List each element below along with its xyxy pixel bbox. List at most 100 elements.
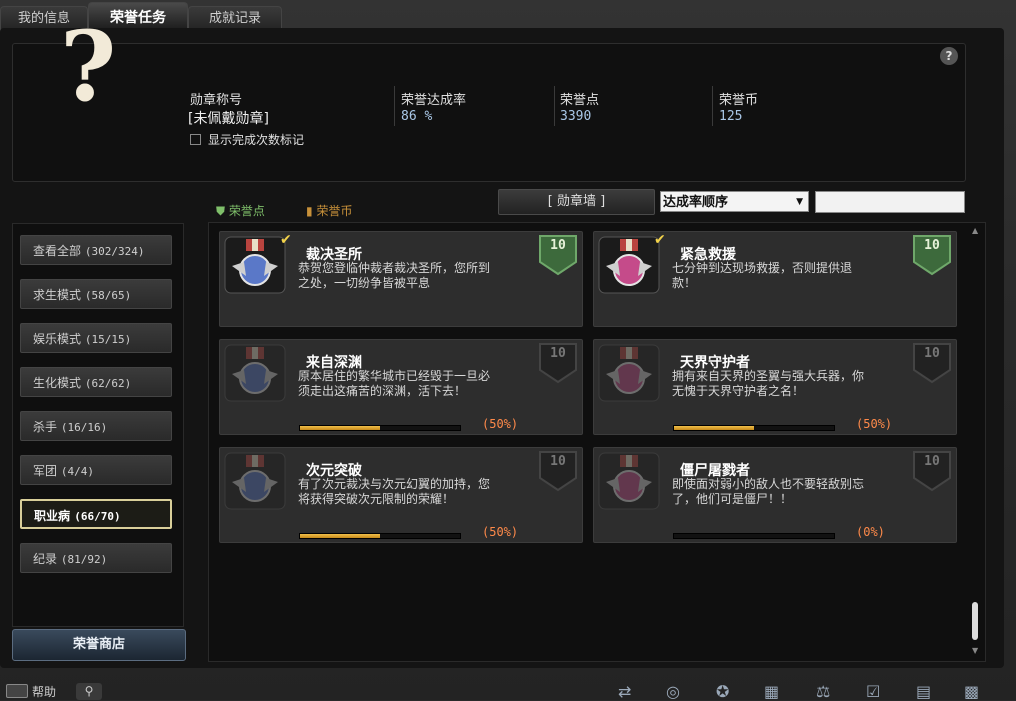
sidebar-item-label: 求生模式	[33, 288, 82, 302]
scroll-thumb[interactable]	[972, 602, 978, 640]
mission-points: 10	[924, 454, 940, 469]
mission-points: 10	[550, 454, 566, 469]
sidebar-item-count: (15/15)	[84, 333, 132, 346]
shield-icon: ⛊	[216, 204, 226, 218]
completion-value: 86 %	[401, 109, 433, 124]
honor-shop-button[interactable]: 荣誉商店	[12, 629, 186, 661]
mission-points: 10	[550, 238, 566, 253]
sidebar-item[interactable]: 查看全部 (302/324)	[20, 235, 172, 265]
sidebar-item-label: 纪录	[33, 552, 58, 566]
completion-label: 荣誉达成率	[401, 93, 467, 108]
progress-bar	[299, 425, 461, 431]
medal-icon	[224, 344, 286, 402]
keyboard-icon	[6, 684, 28, 698]
mission-description: 七分钟到达现场救援，否则提供退款！	[672, 261, 853, 290]
empty-medal-question-icon: ?	[60, 10, 117, 123]
progress-fill	[300, 426, 380, 430]
bookmark-icon: ▮	[306, 204, 313, 218]
progress-bar	[673, 533, 835, 539]
mission-card[interactable]: ✔ 裁决圣所 恭贺您登临仲裁者裁决圣所，您所到之处，一切纷争皆被平息 10	[219, 231, 583, 327]
search-icon[interactable]: ⚲	[76, 683, 102, 700]
sidebar-item-label: 职业病	[34, 509, 71, 523]
sidebar-item-count: (62/62)	[84, 377, 132, 390]
film-icon[interactable]: ▩	[964, 682, 988, 701]
sidebar-item-count: (16/16)	[60, 421, 108, 434]
check-icon: ✔	[280, 232, 292, 248]
coins-filter-label: 荣誉币	[316, 204, 353, 218]
help-label[interactable]: 帮助	[32, 683, 56, 700]
medal-icon	[598, 452, 660, 510]
progress-percent: (50%)	[856, 417, 893, 431]
mission-card[interactable]: 来自深渊 原本居住的繁华城市已经毁于一旦必须走出这痛苦的深渊，活下去！ 10 (50%…	[219, 339, 583, 435]
mission-description: 有了次元裁决与次元幻翼的加持，您将获得突破次元限制的荣耀！	[298, 477, 491, 506]
medal-header	[12, 43, 966, 182]
medal-icon	[224, 236, 286, 294]
scroll-down-icon[interactable]: ▼	[972, 646, 978, 655]
show-marks-label: 显示完成次数标记	[208, 133, 305, 147]
sidebar-item-label: 生化模式	[33, 376, 82, 390]
scroll-up-icon[interactable]: ▲	[972, 226, 978, 235]
mission-card[interactable]: ✔ 紧急救援 七分钟到达现场救援，否则提供退款！ 10	[593, 231, 957, 327]
honor-points-value: 3390	[560, 109, 592, 124]
exchange-icon[interactable]: ⇄	[618, 682, 642, 701]
sidebar-item[interactable]: 军团 (4/4)	[20, 455, 172, 485]
progress-percent: (50%)	[482, 525, 519, 539]
check-icon: ✔	[654, 232, 666, 248]
mission-description: 恭贺您登临仲裁者裁决圣所，您所到之处，一切纷争皆被平息	[298, 261, 491, 290]
chevron-down-icon: ▼	[796, 197, 803, 207]
progress-fill	[300, 534, 380, 538]
progress-bar	[673, 425, 835, 431]
medal-title-value: [未佩戴勋章]	[188, 111, 269, 127]
mission-card[interactable]: 僵尸屠戮者 即使面对弱小的敌人也不要轻敌别忘了，他们可是僵尸！！ 10 (0%)	[593, 447, 957, 543]
clipboard-icon[interactable]: ▤	[916, 682, 940, 701]
scale-icon[interactable]: ⚖	[816, 682, 840, 701]
honor-points-filter[interactable]: ⛊ 荣誉点	[216, 202, 265, 219]
sidebar-item-count: (58/65)	[84, 289, 132, 302]
sidebar-item[interactable]: 娱乐模式 (15/15)	[20, 323, 172, 353]
medal-icon	[598, 236, 660, 294]
honor-coins-filter[interactable]: ▮ 荣誉币	[306, 202, 352, 219]
progress-fill	[674, 426, 754, 430]
medal-title-label: 勋章称号	[190, 93, 243, 108]
sidebar-item[interactable]: 纪录 (81/92)	[20, 543, 172, 573]
medal-wall-button[interactable]: [ 勋章墙 ]	[498, 189, 655, 215]
sidebar-item-label: 娱乐模式	[33, 332, 82, 346]
sidebar-item[interactable]: 杀手 (16/16)	[20, 411, 172, 441]
checklist-icon[interactable]: ☑	[866, 682, 890, 701]
mission-description: 拥有来自天界的圣翼与强大兵器，你无愧于天界守护者之名！	[672, 369, 865, 398]
points-filter-label: 荣誉点	[228, 204, 265, 218]
sidebar-item-label: 查看全部	[33, 244, 82, 258]
mission-points: 10	[550, 346, 566, 361]
search-input[interactable]	[815, 191, 965, 213]
mission-description: 原本居住的繁华城市已经毁于一旦必须走出这痛苦的深渊，活下去！	[298, 369, 491, 398]
sidebar-item-label: 军团	[33, 464, 58, 478]
help-icon[interactable]: ?	[940, 47, 958, 65]
mission-description: 即使面对弱小的敌人也不要轻敌别忘了，他们可是僵尸！！	[672, 477, 865, 506]
sidebar-item-count: (81/92)	[60, 553, 108, 566]
medal-icon	[224, 452, 286, 510]
progress-bar	[299, 533, 461, 539]
progress-percent: (50%)	[482, 417, 519, 431]
sidebar-item-label: 杀手	[33, 420, 58, 434]
runner-icon[interactable]: ✪	[716, 682, 740, 701]
mission-points: 10	[924, 238, 940, 253]
sort-dropdown[interactable]: 达成率顺序 ▼	[660, 191, 809, 212]
honor-coins-value: 125	[719, 109, 743, 124]
sidebar-item-count: (66/70)	[74, 510, 121, 523]
scrollbar[interactable]: ▲ ▼	[970, 226, 980, 658]
sidebar-item[interactable]: 职业病 (66/70)	[20, 499, 172, 529]
sidebar-item[interactable]: 生化模式 (62/62)	[20, 367, 172, 397]
honor-points-label: 荣誉点	[560, 93, 600, 108]
mission-card[interactable]: 天界守护者 拥有来自天界的圣翼与强大兵器，你无愧于天界守护者之名！ 10 (50%)	[593, 339, 957, 435]
progress-percent: (0%)	[856, 525, 885, 539]
sort-selected-value: 达成率顺序	[663, 195, 729, 210]
sidebar-item[interactable]: 求生模式 (58/65)	[20, 279, 172, 309]
shop-icon[interactable]: ▦	[764, 682, 788, 701]
sidebar-item-count: (302/324)	[84, 245, 145, 258]
compass-icon[interactable]: ◎	[666, 682, 690, 701]
honor-coins-label: 荣誉币	[719, 93, 759, 108]
medal-icon	[598, 344, 660, 402]
show-marks-checkbox[interactable]	[190, 134, 201, 145]
mission-card[interactable]: 次元突破 有了次元裁决与次元幻翼的加持，您将获得突破次元限制的荣耀！ 10 (50%)	[219, 447, 583, 543]
sidebar-item-count: (4/4)	[60, 465, 94, 478]
